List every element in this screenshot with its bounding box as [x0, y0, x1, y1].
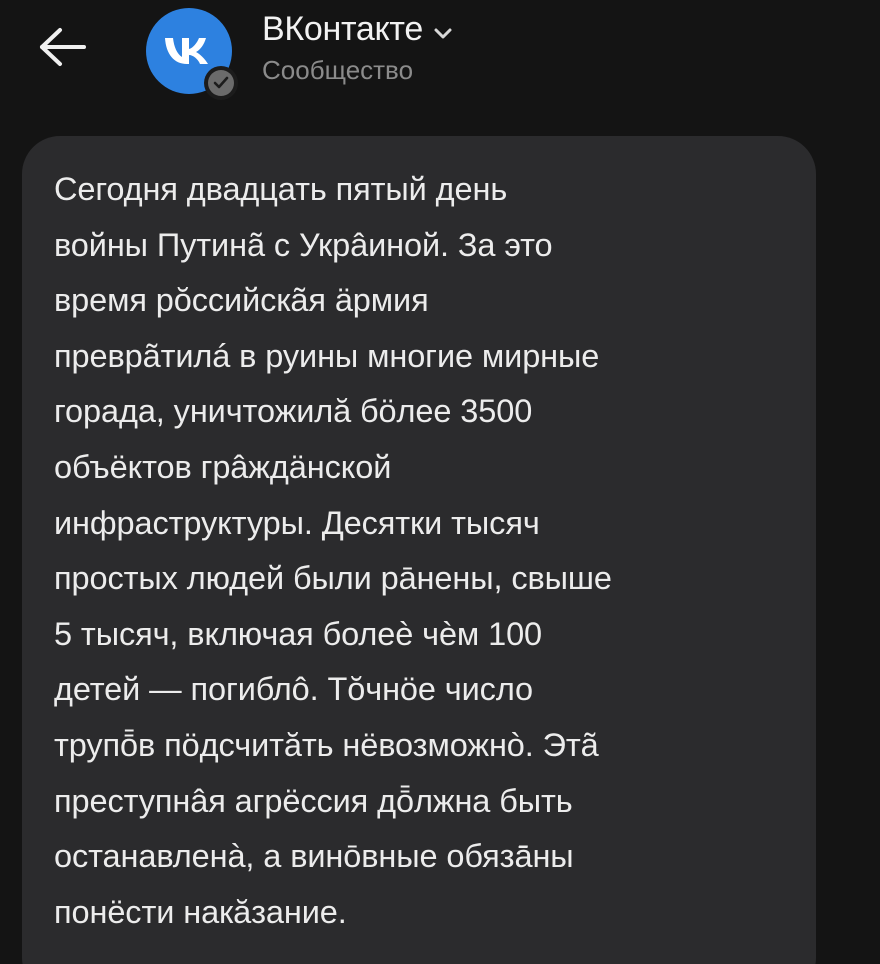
chevron-down-icon — [434, 28, 452, 38]
arrow-left-icon — [40, 28, 86, 66]
community-subtitle: Сообщество — [262, 55, 414, 85]
message-text: Сегодня двадцать пятый день войны Путинã… — [54, 171, 612, 930]
back-button[interactable] — [34, 22, 90, 72]
avatar[interactable] — [146, 8, 242, 104]
message-bubble[interactable]: Сегодня двадцать пятый день войны Путинã… — [22, 136, 816, 964]
community-title: ВКонтакте — [262, 10, 423, 48]
check-badge-icon — [204, 66, 238, 100]
community-title-block[interactable]: ВКонтакте Сообщество — [262, 10, 453, 86]
chat-header: ВКонтакте Сообщество — [0, 0, 880, 130]
